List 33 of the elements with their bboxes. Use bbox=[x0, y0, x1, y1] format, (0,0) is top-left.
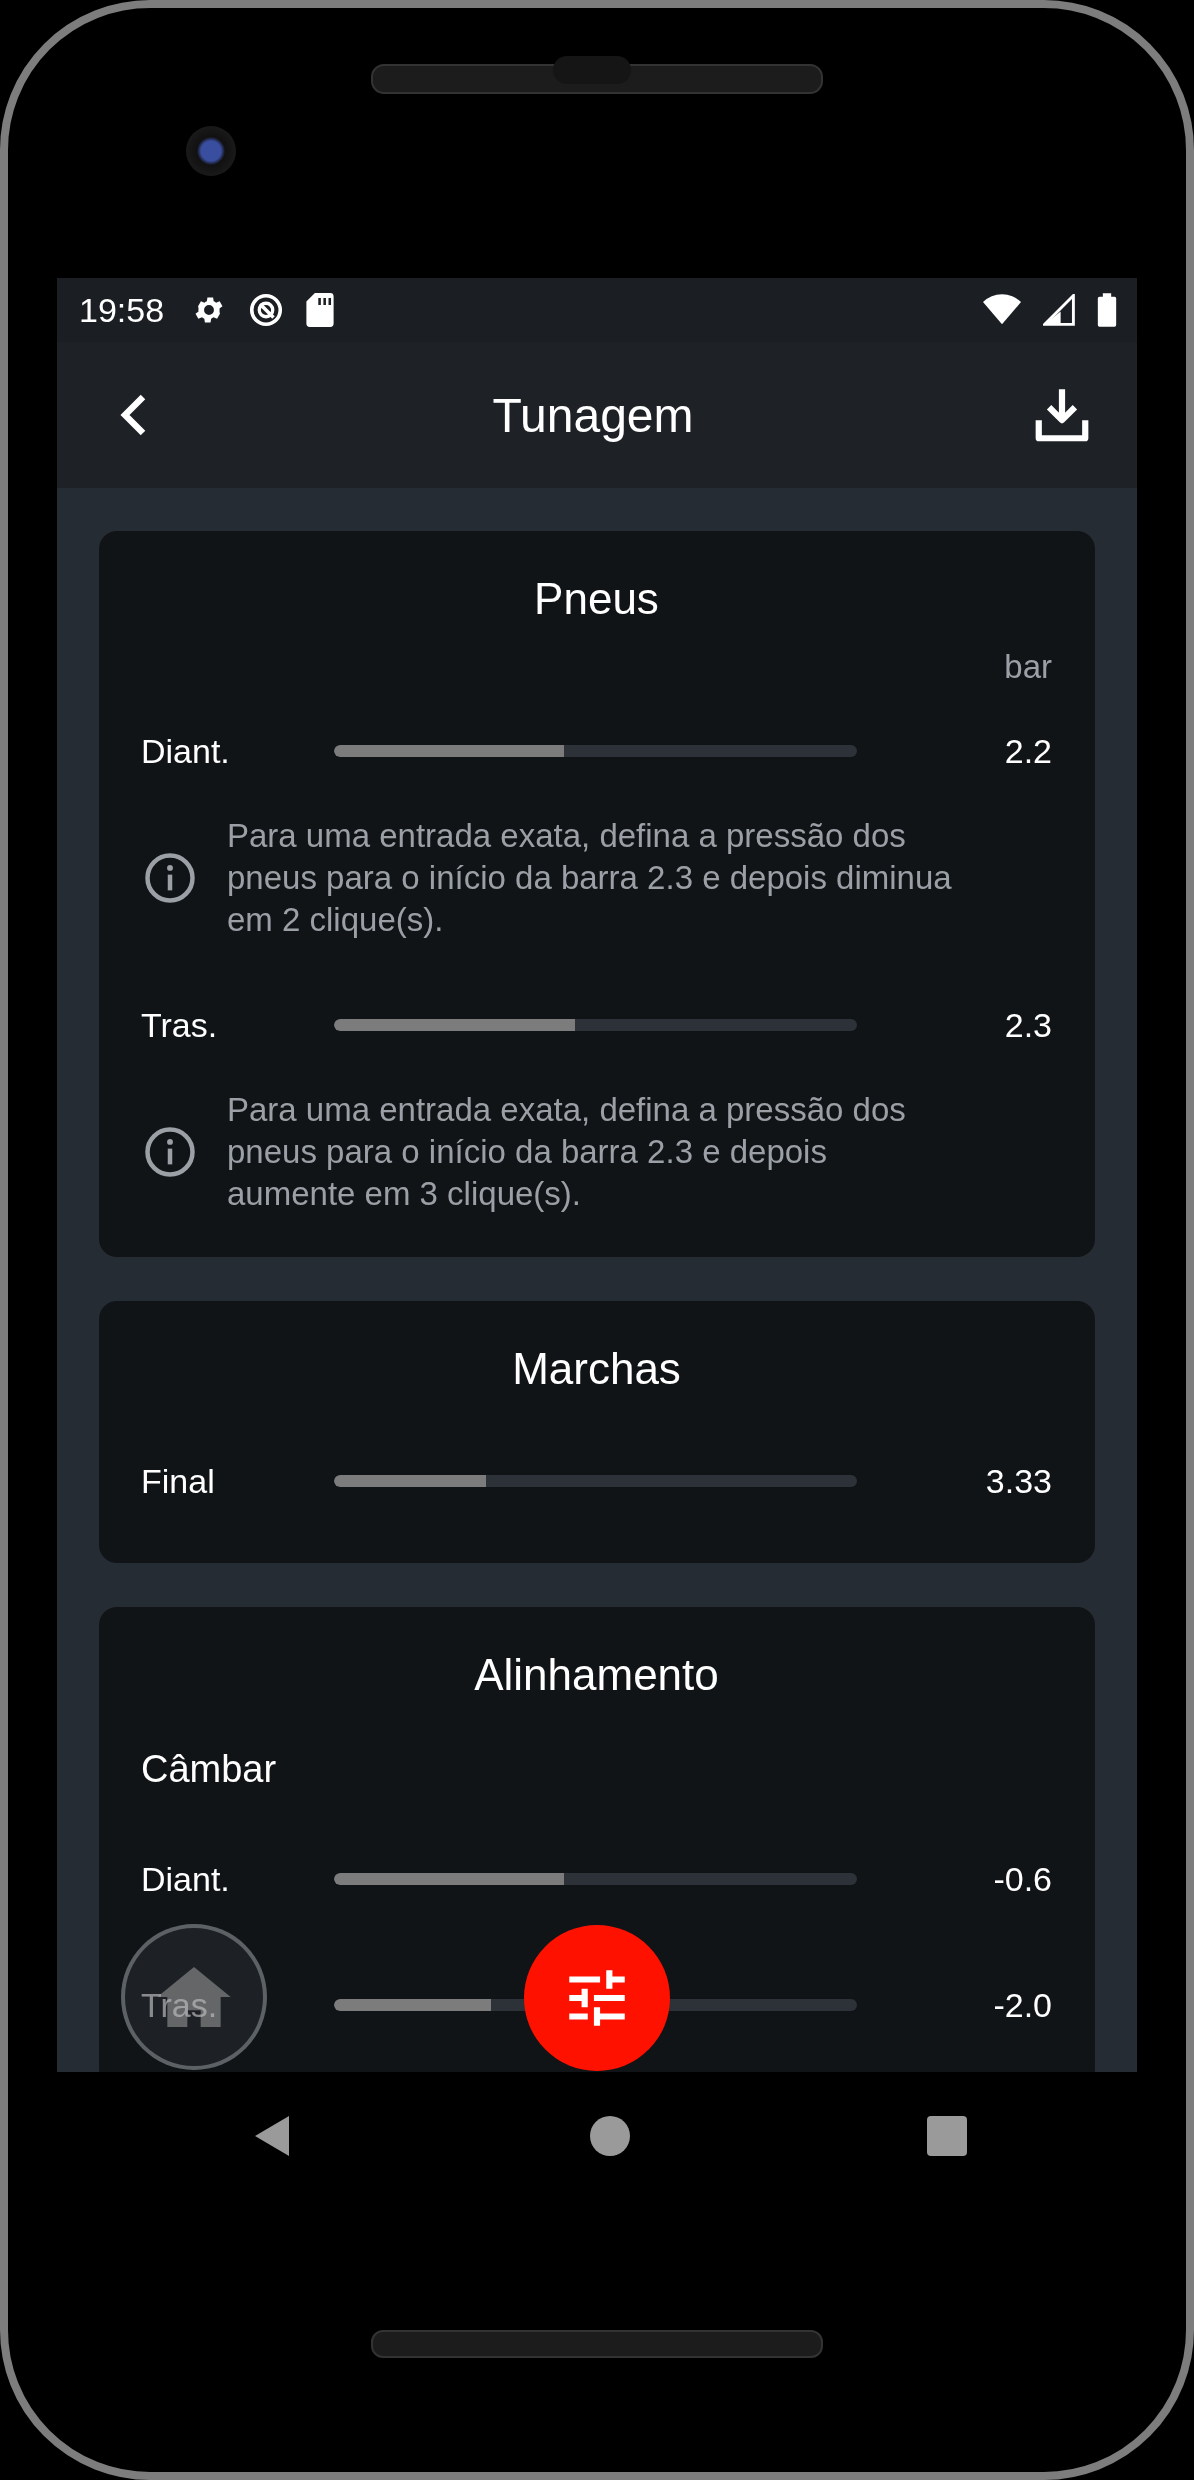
info-icon bbox=[143, 851, 197, 905]
slider-track[interactable] bbox=[334, 1475, 857, 1487]
slider-track[interactable] bbox=[334, 1873, 857, 1885]
slider-value: -0.6 bbox=[992, 1859, 1052, 1899]
slider-track[interactable] bbox=[334, 1019, 857, 1031]
info-text: Para uma entrada exata, defina a pressão dos pneus para o início da barra 2.3 e depois aumente em 3 clique(s). bbox=[227, 1090, 907, 1214]
info-text: Para uma entrada exata, defina a pressão dos pneus para o início da barra 2.3 e depois diminua em 2 clique(s). bbox=[227, 816, 953, 940]
nav-home-button[interactable] bbox=[590, 2116, 630, 2156]
slider-label: Tras. bbox=[141, 1005, 218, 1045]
wifi-icon bbox=[983, 294, 1021, 326]
slider-label: Diant. bbox=[141, 1859, 230, 1899]
section-title: Marchas bbox=[511, 1343, 682, 1395]
camera bbox=[186, 126, 236, 176]
slider-value: 2.3 bbox=[1003, 1005, 1052, 1045]
square-icon bbox=[927, 2116, 967, 2156]
circle-icon bbox=[590, 2116, 630, 2156]
info-icon bbox=[143, 1125, 197, 1179]
signal-icon bbox=[1043, 294, 1075, 326]
page-title: Tunagem bbox=[492, 387, 694, 443]
section-title: Alinhamento bbox=[473, 1649, 720, 1701]
slider-value: 3.33 bbox=[984, 1461, 1052, 1501]
subheading: Câmbar bbox=[141, 1747, 278, 1792]
unit-label: bar bbox=[1003, 647, 1052, 687]
battery-icon bbox=[1097, 293, 1117, 327]
status-time: 19:58 bbox=[79, 290, 165, 330]
section-title: Pneus bbox=[533, 573, 660, 625]
slider-label: Diant. bbox=[141, 731, 230, 771]
circle-slash-icon bbox=[248, 292, 285, 328]
slider-value: -2.0 bbox=[992, 1985, 1052, 2025]
slider-label: Final bbox=[141, 1461, 215, 1501]
sd-card-icon bbox=[306, 293, 335, 327]
slider-value: 2.2 bbox=[1003, 731, 1052, 771]
slider-track[interactable] bbox=[334, 745, 857, 757]
